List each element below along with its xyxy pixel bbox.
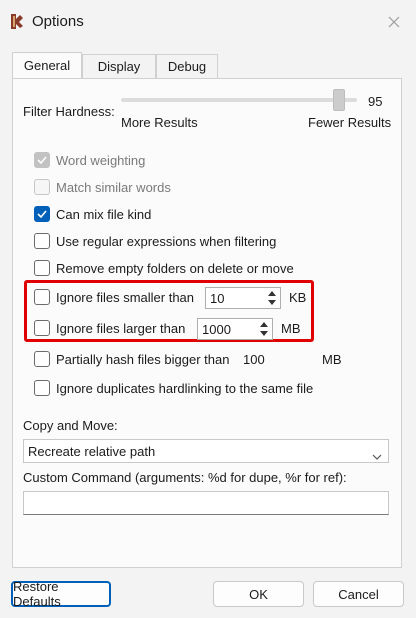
copy-move-dropdown[interactable]: Recreate relative path <box>23 439 389 463</box>
filter-hardness-slider[interactable] <box>121 98 357 102</box>
tab-display[interactable]: Display <box>82 54 156 78</box>
custom-command-label: Custom Command (arguments: %d for dupe, … <box>23 470 347 485</box>
tab-debug[interactable]: Debug <box>156 54 218 78</box>
copy-move-selected: Recreate relative path <box>28 444 156 459</box>
cancel-button[interactable]: Cancel <box>313 581 404 607</box>
ignore-larger-value: 1000 <box>202 322 231 337</box>
ignore-smaller-unit: KB <box>289 290 307 305</box>
regex-checkbox[interactable] <box>34 233 50 249</box>
spinbox-arrows <box>265 289 279 307</box>
filter-hardness-value: 95 <box>368 94 383 109</box>
spin-up-icon[interactable] <box>265 289 279 298</box>
title-bar: Options <box>0 0 416 44</box>
window-title: Options <box>32 13 84 30</box>
mix-file-kind-checkbox[interactable] <box>34 206 50 222</box>
tab-debug-label: Debug <box>167 59 207 74</box>
partial-hash-label: Partially hash files bigger than <box>56 352 230 367</box>
match-similar-checkbox[interactable] <box>34 179 50 195</box>
ignore-larger-spinbox[interactable]: 1000 <box>197 318 273 340</box>
ignore-smaller-spinbox[interactable]: 10 <box>205 287 281 309</box>
filter-hardness-label: Filter Hardness: <box>23 104 115 119</box>
remove-empty-checkbox[interactable] <box>34 260 50 276</box>
slider-max-label: Fewer Results <box>308 115 392 130</box>
spin-down-icon[interactable] <box>265 298 279 307</box>
close-icon <box>388 16 400 28</box>
ignore-smaller-label: Ignore files smaller than <box>56 290 195 305</box>
ignore-larger-label: Ignore files larger than <box>56 321 186 336</box>
filter-hardness-slider-thumb[interactable] <box>333 89 345 111</box>
partial-hash-unit: MB <box>322 352 342 367</box>
copy-move-label: Copy and Move: <box>23 418 118 433</box>
remove-empty-label: Remove empty folders on delete or move <box>56 261 294 276</box>
regex-label: Use regular expressions when filtering <box>56 234 277 249</box>
restore-defaults-label: Restore Defaults <box>13 579 61 609</box>
spin-up-icon[interactable] <box>257 320 271 329</box>
ignore-larger-checkbox[interactable] <box>34 320 50 336</box>
ok-label: OK <box>249 586 268 602</box>
app-icon <box>8 12 26 30</box>
tab-display-label: Display <box>97 59 141 74</box>
word-weighting-checkbox[interactable] <box>34 152 50 168</box>
partial-hash-checkbox[interactable] <box>34 351 50 367</box>
word-weighting-label: Word weighting <box>56 153 146 168</box>
ignore-larger-unit: MB <box>281 321 301 336</box>
tab-general[interactable]: General <box>12 52 82 78</box>
ignore-smaller-checkbox[interactable] <box>34 289 50 305</box>
partial-hash-value: 100 <box>243 352 265 367</box>
slider-min-label: More Results <box>121 115 198 130</box>
close-button[interactable] <box>380 8 408 36</box>
cancel-label: Cancel <box>338 586 379 602</box>
restore-defaults-button[interactable]: Restore Defaults <box>11 579 111 609</box>
ignore-hardlinks-label: Ignore duplicates hardlinking to the sam… <box>56 381 314 396</box>
ok-button[interactable]: OK <box>213 581 304 607</box>
partial-hash-spinbox[interactable]: 100 <box>239 349 317 371</box>
mix-file-kind-label: Can mix file kind <box>56 207 152 222</box>
chevron-down-icon <box>372 448 382 463</box>
tab-general-label: General <box>23 58 71 73</box>
ignore-hardlinks-checkbox[interactable] <box>34 380 50 396</box>
match-similar-label: Match similar words <box>56 180 171 195</box>
spinbox-arrows <box>257 320 271 338</box>
ignore-smaller-value: 10 <box>210 291 225 306</box>
spin-down-icon[interactable] <box>257 329 271 338</box>
custom-command-input[interactable] <box>23 491 389 515</box>
